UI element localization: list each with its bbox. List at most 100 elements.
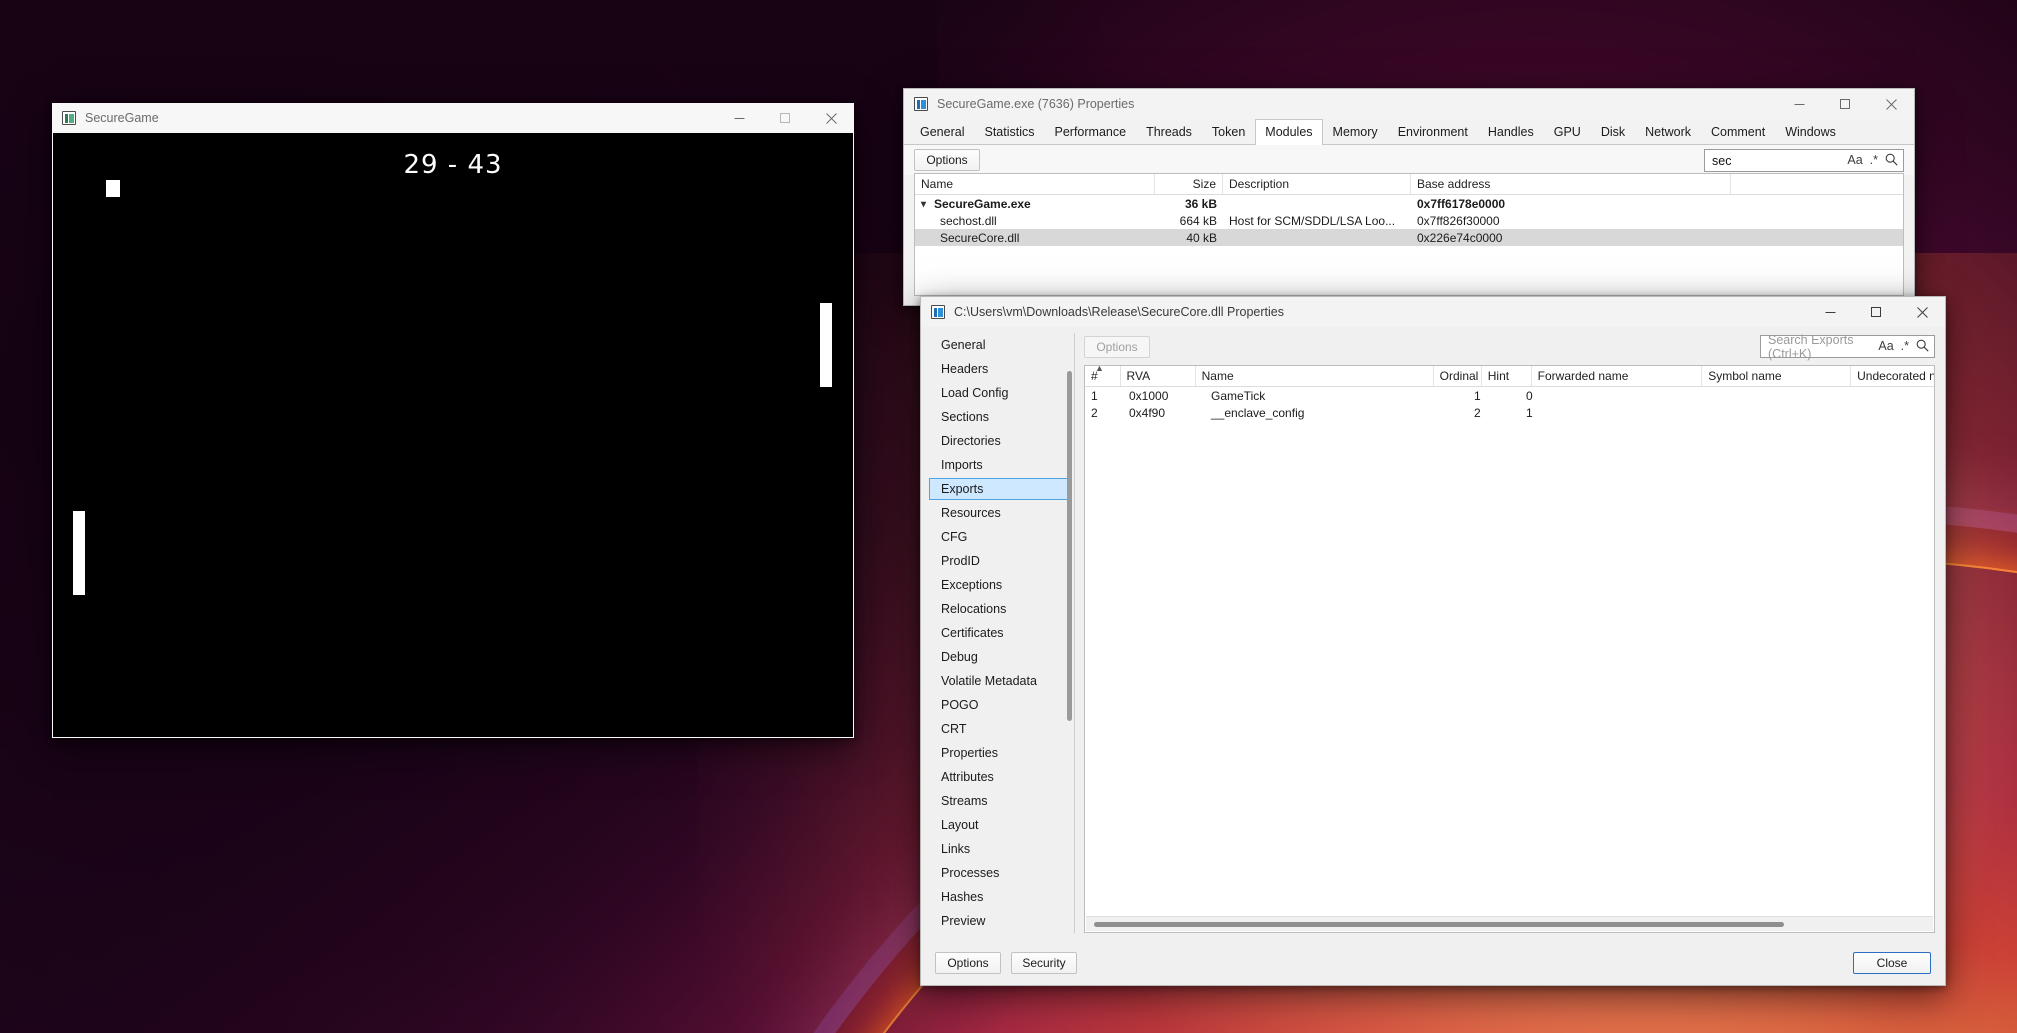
process-properties-window-controls[interactable]	[1776, 89, 1914, 119]
dll-properties-window-controls[interactable]	[1807, 297, 1945, 327]
sidebar-item-pogo[interactable]: POGO	[929, 693, 1074, 717]
sidebar-item-load-config[interactable]: Load Config	[929, 381, 1074, 405]
securegame-titlebar[interactable]: SecureGame	[52, 103, 854, 133]
tab-threads[interactable]: Threads	[1136, 121, 1202, 144]
col-undecorated-name[interactable]: Undecorated n	[1851, 366, 1934, 386]
col-index: ▲ #	[1085, 366, 1121, 386]
exports-scrollbar-thumb[interactable]	[1094, 922, 1784, 927]
table-row[interactable]: sechost.dll 664 kB Host for SCM/SDDL/LSA…	[915, 212, 1903, 229]
securegame-window[interactable]: SecureGame 29 - 43	[52, 103, 854, 738]
sidebar-item-prodid[interactable]: ProdID	[929, 549, 1074, 573]
securegame-window-controls[interactable]	[716, 103, 854, 133]
export-rva: 0x1000	[1129, 388, 1169, 403]
tab-token[interactable]: Token	[1202, 121, 1255, 144]
table-row[interactable]: 2 0x4f90 __enclave_config 2 1	[1085, 404, 1934, 421]
exports-search-input[interactable]: Search Exports (Ctrl+K) Aa .*	[1760, 333, 1935, 361]
sidebar-item-sections[interactable]: Sections	[929, 405, 1074, 429]
maximize-icon[interactable]	[1853, 297, 1899, 327]
process-properties-tabstrip[interactable]: General Statistics Performance Threads T…	[904, 119, 1914, 145]
sidebar-item-relocations[interactable]: Relocations	[929, 597, 1074, 621]
sidebar-item-directories[interactable]: Directories	[929, 429, 1074, 453]
maximize-icon[interactable]	[762, 103, 808, 133]
search-icon[interactable]	[1916, 339, 1929, 355]
col-hint[interactable]: Hint	[1482, 366, 1532, 386]
dll-properties-footer: Options Security Close	[921, 941, 1945, 985]
tab-modules[interactable]: Modules	[1255, 119, 1323, 145]
col-name[interactable]: Name	[915, 174, 1155, 194]
table-row[interactable]: SecureCore.dll 40 kB 0x226e74c0000	[915, 229, 1903, 246]
sidebar-item-volatile-metadata[interactable]: Volatile Metadata	[929, 669, 1074, 693]
col-description[interactable]: Description	[1223, 174, 1411, 194]
col-symbol-name[interactable]: Symbol name	[1702, 366, 1852, 386]
minimize-icon[interactable]	[716, 103, 762, 133]
sidebar-item-streams[interactable]: Streams	[929, 789, 1074, 813]
sidebar-item-headers[interactable]: Headers	[929, 357, 1074, 381]
minimize-icon[interactable]	[1807, 297, 1853, 327]
footer-options-button[interactable]: Options	[935, 952, 1001, 974]
chevron-down-icon[interactable]: ▾	[921, 199, 934, 210]
tab-statistics[interactable]: Statistics	[974, 121, 1044, 144]
tab-comment[interactable]: Comment	[1701, 121, 1775, 144]
modules-options-button[interactable]: Options	[914, 149, 980, 171]
tab-performance[interactable]: Performance	[1045, 121, 1137, 144]
match-case-icon[interactable]: Aa	[1878, 340, 1893, 353]
tab-general[interactable]: General	[910, 121, 974, 144]
dll-properties-window[interactable]: C:\Users\vm\Downloads\Release\SecureCore…	[920, 296, 1946, 986]
tab-windows[interactable]: Windows	[1775, 121, 1846, 144]
modules-table[interactable]: Name Size Description Base address ▾ Secu…	[914, 173, 1904, 296]
process-properties-window[interactable]: SecureGame.exe (7636) Properties General…	[903, 88, 1915, 306]
maximize-icon[interactable]	[1822, 89, 1868, 119]
search-icon[interactable]	[1885, 153, 1898, 169]
close-icon[interactable]	[1868, 89, 1914, 119]
game-canvas[interactable]: 29 - 43	[53, 133, 853, 737]
sidebar-item-resources[interactable]: Resources	[929, 501, 1074, 525]
sidebar-item-exports[interactable]: Exports	[929, 478, 1070, 500]
tab-disk[interactable]: Disk	[1591, 121, 1635, 144]
col-forwarded-name[interactable]: Forwarded name	[1532, 366, 1703, 386]
tab-handles[interactable]: Handles	[1478, 121, 1544, 144]
exports-options-button[interactable]: Options	[1084, 336, 1150, 358]
sidebar-item-crt[interactable]: CRT	[929, 717, 1074, 741]
sidebar-item-hashes[interactable]: Hashes	[929, 885, 1074, 909]
modules-search-value: sec	[1712, 153, 1732, 168]
sidebar-item-processes[interactable]: Processes	[929, 861, 1074, 885]
table-row[interactable]: ▾ SecureGame.exe 36 kB 0x7ff6178e0000	[915, 195, 1903, 212]
sidebar-item-general[interactable]: General	[929, 333, 1074, 357]
col-base-address[interactable]: Base address	[1411, 174, 1731, 194]
tab-network[interactable]: Network	[1635, 121, 1701, 144]
regex-icon[interactable]: .*	[1870, 154, 1878, 167]
exports-horizontal-scrollbar[interactable]	[1086, 916, 1933, 931]
sidebar-item-exceptions[interactable]: Exceptions	[929, 573, 1074, 597]
exports-table[interactable]: ▲ # RVA Name Ordinal Hint Forwarded name…	[1084, 365, 1935, 933]
dll-sidebar[interactable]: General Headers Load Config Sections Dir…	[929, 333, 1075, 933]
col-size[interactable]: Size	[1155, 174, 1223, 194]
sidebar-item-imports[interactable]: Imports	[929, 453, 1074, 477]
col-name[interactable]: Name	[1196, 366, 1434, 386]
close-icon[interactable]	[808, 103, 854, 133]
dll-properties-titlebar[interactable]: C:\Users\vm\Downloads\Release\SecureCore…	[921, 297, 1945, 327]
close-icon[interactable]	[1899, 297, 1945, 327]
tab-gpu[interactable]: GPU	[1544, 121, 1591, 144]
sidebar-item-debug[interactable]: Debug	[929, 645, 1074, 669]
tab-environment[interactable]: Environment	[1388, 121, 1478, 144]
col-rva[interactable]: RVA	[1121, 366, 1196, 386]
sidebar-item-preview[interactable]: Preview	[929, 909, 1074, 933]
process-properties-titlebar[interactable]: SecureGame.exe (7636) Properties	[904, 89, 1914, 119]
modules-search-input[interactable]: sec Aa .*	[1704, 149, 1904, 172]
tab-memory[interactable]: Memory	[1323, 121, 1388, 144]
match-case-icon[interactable]: Aa	[1847, 154, 1862, 167]
sidebar-item-attributes[interactable]: Attributes	[929, 765, 1074, 789]
sidebar-item-cfg[interactable]: CFG	[929, 525, 1074, 549]
sidebar-scrollbar-thumb[interactable]	[1067, 371, 1072, 721]
sidebar-item-properties[interactable]: Properties	[929, 741, 1074, 765]
sidebar-item-certificates[interactable]: Certificates	[929, 621, 1074, 645]
export-index: 2	[1091, 405, 1098, 420]
regex-icon[interactable]: .*	[1901, 340, 1909, 353]
minimize-icon[interactable]	[1776, 89, 1822, 119]
sidebar-item-links[interactable]: Links	[929, 837, 1074, 861]
table-row[interactable]: 1 0x1000 GameTick 1 0	[1085, 387, 1934, 404]
sidebar-item-layout[interactable]: Layout	[929, 813, 1074, 837]
col-ordinal[interactable]: Ordinal	[1434, 366, 1482, 386]
footer-security-button[interactable]: Security	[1011, 952, 1077, 974]
footer-close-button[interactable]: Close	[1853, 952, 1931, 974]
